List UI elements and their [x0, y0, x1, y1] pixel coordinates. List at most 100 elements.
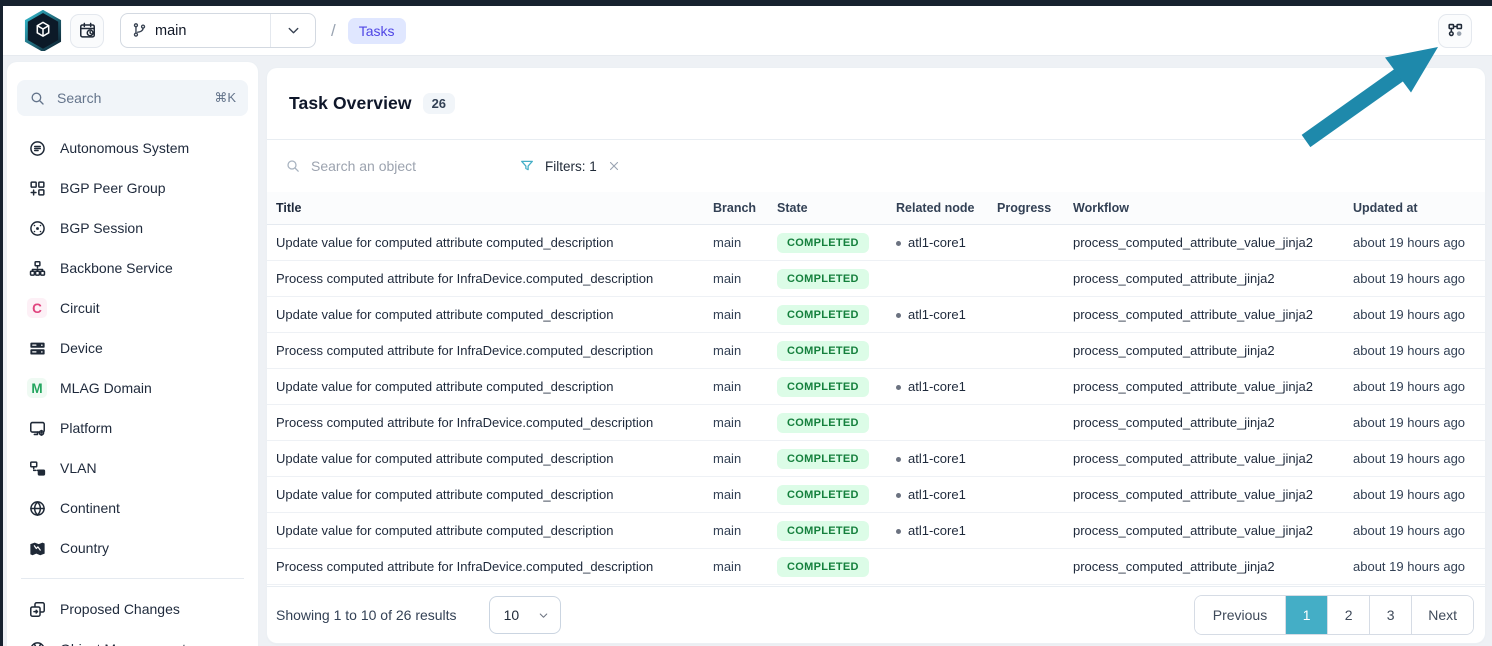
bgp-session-icon: [27, 218, 47, 238]
task-related-node: atl1-core1: [896, 379, 997, 394]
task-workflow: process_computed_attribute_value_jinja2: [1073, 235, 1353, 250]
mlag-domain-letter-badge: M: [27, 378, 47, 398]
task-state: COMPLETED: [777, 449, 896, 469]
sidebar-item-device[interactable]: Device: [17, 328, 248, 368]
time-travel-button[interactable]: [70, 14, 104, 48]
next-page-button[interactable]: Next: [1411, 596, 1473, 634]
clear-filters-icon[interactable]: [607, 159, 621, 173]
previous-page-button[interactable]: Previous: [1195, 596, 1285, 634]
state-badge: COMPLETED: [777, 233, 869, 253]
node-status-dot: [896, 529, 901, 534]
calendar-clock-icon: [78, 21, 97, 40]
node-status-dot: [896, 385, 901, 390]
page-button-3[interactable]: 3: [1369, 596, 1411, 634]
sidebar-item-country[interactable]: Country: [17, 528, 248, 568]
task-state: COMPLETED: [777, 413, 896, 433]
task-row[interactable]: Update value for computed attribute comp…: [267, 369, 1485, 405]
sidebar-item-object-management[interactable]: Object Management: [17, 629, 248, 646]
object-search-input[interactable]: Search an object: [285, 158, 497, 174]
task-branch: main: [713, 559, 777, 574]
page-size-select[interactable]: 10: [489, 596, 561, 634]
task-row[interactable]: Update value for computed attribute comp…: [267, 477, 1485, 513]
pagination: Previous123Next: [1194, 595, 1474, 635]
node-status-dot: [896, 493, 901, 498]
task-title: Update value for computed attribute comp…: [267, 307, 713, 322]
task-workflow: process_computed_attribute_value_jinja2: [1073, 523, 1353, 538]
task-row[interactable]: Process computed attribute for InfraDevi…: [267, 405, 1485, 441]
sidebar-item-continent[interactable]: Continent: [17, 488, 248, 528]
state-badge: COMPLETED: [777, 305, 869, 325]
task-state: COMPLETED: [777, 305, 896, 325]
backbone-service-icon: [27, 258, 47, 278]
task-workflow: process_computed_attribute_value_jinja2: [1073, 379, 1353, 394]
branch-selector[interactable]: main: [120, 13, 316, 48]
device-icon: [27, 338, 47, 358]
table-body: Update value for computed attribute comp…: [267, 225, 1485, 585]
task-branch: main: [713, 343, 777, 358]
task-state: COMPLETED: [777, 521, 896, 541]
task-workflow: process_computed_attribute_jinja2: [1073, 559, 1353, 574]
bgp-peer-group-icon: [27, 178, 47, 198]
chevron-down-icon[interactable]: [271, 22, 315, 39]
task-state: COMPLETED: [777, 485, 896, 505]
breadcrumb-separator: /: [331, 21, 336, 41]
state-badge: COMPLETED: [777, 521, 869, 541]
task-related-node: atl1-core1: [896, 487, 997, 502]
results-summary: Showing 1 to 10 of 26 results: [276, 607, 457, 623]
task-updated-at: about 19 hours ago: [1353, 235, 1485, 250]
sidebar-item-label: Platform: [60, 420, 112, 436]
panel-header: Task Overview 26: [267, 68, 1485, 140]
sidebar-item-bgp-peer-group[interactable]: BGP Peer Group: [17, 168, 248, 208]
sidebar-item-platform[interactable]: Platform: [17, 408, 248, 448]
task-row[interactable]: Process computed attribute for InfraDevi…: [267, 549, 1485, 585]
state-badge: COMPLETED: [777, 377, 869, 397]
sidebar-item-vlan[interactable]: VLAN: [17, 448, 248, 488]
page-size-value: 10: [504, 607, 520, 623]
task-workflow: process_computed_attribute_value_jinja2: [1073, 487, 1353, 502]
task-related-node: atl1-core1: [896, 235, 997, 250]
task-branch: main: [713, 271, 777, 286]
sidebar-item-bgp-session[interactable]: BGP Session: [17, 208, 248, 248]
task-row[interactable]: Process computed attribute for InfraDevi…: [267, 261, 1485, 297]
task-state: COMPLETED: [777, 377, 896, 397]
task-row[interactable]: Update value for computed attribute comp…: [267, 297, 1485, 333]
task-workflow: process_computed_attribute_jinja2: [1073, 343, 1353, 358]
sidebar-item-label: MLAG Domain: [60, 380, 152, 396]
git-branch-icon: [131, 22, 148, 39]
state-badge: COMPLETED: [777, 449, 869, 469]
sidebar-item-label: Object Management: [60, 641, 186, 646]
task-branch: main: [713, 523, 777, 538]
task-updated-at: about 19 hours ago: [1353, 271, 1485, 286]
column-header-title: Title: [267, 201, 713, 215]
page-title: Task Overview: [289, 93, 412, 114]
sidebar-item-circuit[interactable]: CCircuit: [17, 288, 248, 328]
task-workflow: process_computed_attribute_value_jinja2: [1073, 451, 1353, 466]
sidebar-search-button[interactable]: Search ⌘K: [17, 80, 248, 116]
sidebar-item-proposed-changes[interactable]: Proposed Changes: [17, 589, 248, 629]
page-button-1[interactable]: 1: [1285, 596, 1327, 634]
task-count-badge: 26: [423, 93, 455, 114]
task-row[interactable]: Update value for computed attribute comp…: [267, 513, 1485, 549]
task-state: COMPLETED: [777, 269, 896, 289]
task-row[interactable]: Update value for computed attribute comp…: [267, 441, 1485, 477]
sidebar-item-mlag-domain[interactable]: M MLAG Domain: [17, 368, 248, 408]
infrahub-logo[interactable]: [24, 10, 62, 52]
sidebar-item-autonomous-system[interactable]: Autonomous System: [17, 128, 248, 168]
task-row[interactable]: Update value for computed attribute comp…: [267, 225, 1485, 261]
task-row[interactable]: Process computed attribute for InfraDevi…: [267, 333, 1485, 369]
page-button-2[interactable]: 2: [1327, 596, 1369, 634]
task-title: Update value for computed attribute comp…: [267, 379, 713, 394]
sidebar-footer-nav: Proposed Changes Object Management: [17, 589, 248, 646]
task-branch: main: [713, 451, 777, 466]
platform-icon: [27, 418, 47, 438]
task-updated-at: about 19 hours ago: [1353, 559, 1485, 574]
sidebar-nav: Autonomous SystemBGP Peer Group BGP Sessi…: [17, 128, 248, 568]
filter-funnel-icon[interactable]: [519, 158, 535, 174]
schema-button[interactable]: [1438, 14, 1472, 48]
task-title: Process computed attribute for InfraDevi…: [267, 343, 713, 358]
breadcrumb-tasks[interactable]: Tasks: [348, 18, 406, 44]
sidebar-item-backbone-service[interactable]: Backbone Service: [17, 248, 248, 288]
sidebar-item-label: BGP Session: [60, 220, 143, 236]
task-related-node: atl1-core1: [896, 307, 997, 322]
window-frame-left: [0, 0, 3, 646]
